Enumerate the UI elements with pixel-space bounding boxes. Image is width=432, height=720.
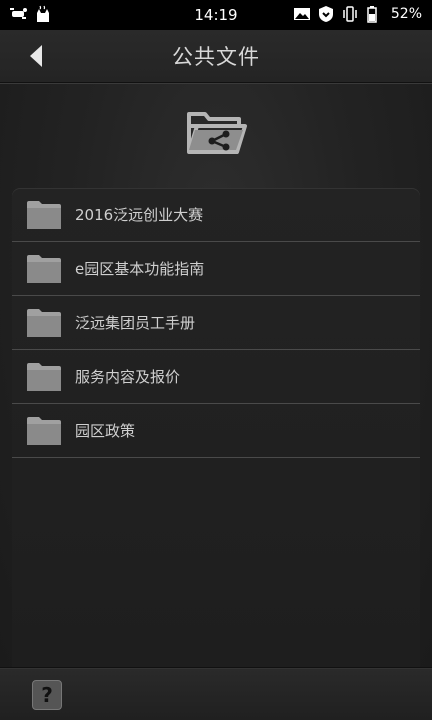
- folder-label: 2016泛远创业大赛: [75, 206, 204, 224]
- folder-label: 园区政策: [75, 422, 136, 440]
- list-item[interactable]: 园区政策: [12, 404, 420, 458]
- status-right-icons: 52%: [293, 5, 422, 23]
- folder-icon: [27, 309, 61, 337]
- screen: 14:19 52% 公共文件 2016泛远创业大赛 e园区基本功能指南 泛远集团…: [0, 0, 432, 720]
- folder-icon: [27, 201, 61, 229]
- list-item[interactable]: 2016泛远创业大赛: [12, 188, 420, 242]
- folder-icon: [27, 363, 61, 391]
- header: 公共文件: [0, 30, 432, 83]
- shield-icon: [318, 6, 333, 22]
- list-item[interactable]: e园区基本功能指南: [12, 242, 420, 296]
- folder-icon: [27, 417, 61, 445]
- battery-icon: [367, 6, 377, 23]
- folder-list: 2016泛远创业大赛 e园区基本功能指南 泛远集团员工手册 服务内容及报价 园区…: [12, 188, 420, 678]
- bottom-bar: ?: [0, 667, 432, 720]
- folder-icon: [27, 255, 61, 283]
- status-bar: 14:19 52%: [0, 0, 432, 30]
- list-item[interactable]: 泛远集团员工手册: [12, 296, 420, 350]
- vibrate-icon: [343, 6, 357, 22]
- list-item[interactable]: 服务内容及报价: [12, 350, 420, 404]
- folder-label: e园区基本功能指南: [75, 260, 205, 278]
- page-title: 公共文件: [172, 45, 260, 69]
- folder-label: 服务内容及报价: [75, 368, 181, 386]
- battery-percent: 52%: [390, 6, 422, 22]
- image-icon: [293, 8, 310, 20]
- folder-label: 泛远集团员工手册: [75, 314, 196, 332]
- shared-folder-icon: [187, 112, 247, 154]
- help-button[interactable]: ?: [32, 680, 62, 710]
